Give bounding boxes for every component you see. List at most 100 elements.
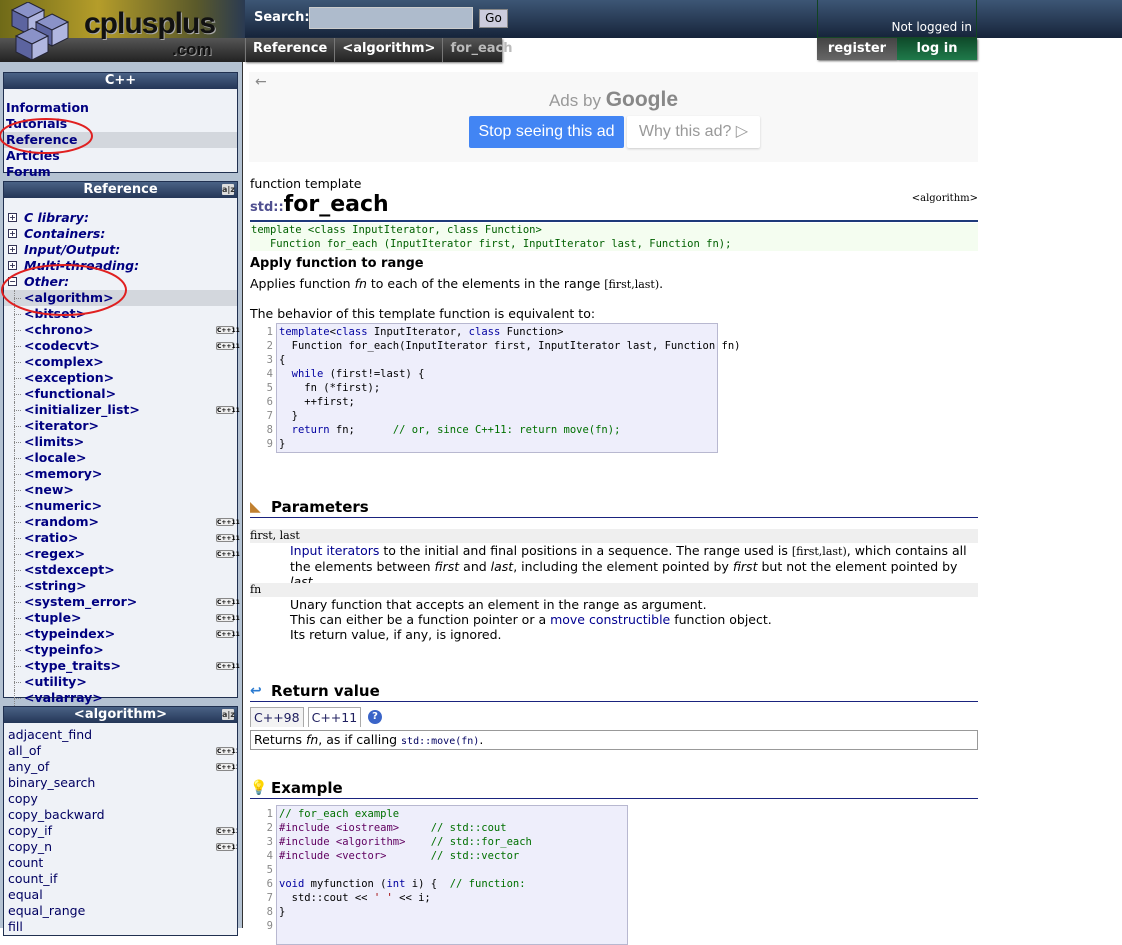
sidebar-algorithm-item[interactable]: fill (4, 919, 237, 935)
sidebar-header-item[interactable]: <chrono> C++11 (4, 322, 240, 338)
go-button[interactable]: Go (479, 9, 508, 28)
expand-icon[interactable]: + (8, 213, 17, 222)
sidebar-algorithm-item[interactable]: copy_backward (4, 807, 237, 823)
code-token: Function for_each(InputIterator first, I… (279, 340, 741, 352)
sidebar-header-item[interactable]: <locale> (4, 450, 237, 466)
code-token: // for_each example (279, 808, 400, 820)
login-status: Not logged in (891, 20, 972, 34)
sidebar-header-item[interactable]: <algorithm> (4, 290, 237, 306)
sidebar-header-item[interactable]: <type_traits> C++11 (4, 658, 240, 674)
sidebar-algorithm-item[interactable]: copy (4, 791, 237, 807)
code-line: 6 void myfunction (int i) { // function: (267, 877, 627, 891)
sidebar-item-reference[interactable]: Reference (4, 132, 237, 148)
sidebar-header-item[interactable]: <numeric> (4, 498, 237, 514)
sidebar-category[interactable]: + Multi-threading: (4, 258, 237, 274)
sidebar-header-item[interactable]: <system_error> C++11 (4, 594, 240, 610)
lightbulb-icon: 💡 (250, 780, 268, 796)
sidebar-algorithm-item[interactable]: equal (4, 887, 237, 903)
description: Applies function fn to each of the eleme… (250, 276, 664, 291)
breadcrumb-reference[interactable]: Reference (245, 38, 334, 62)
sidebar-header-item[interactable]: <typeindex> C++11 (4, 626, 240, 642)
sidebar-algorithm-item[interactable]: binary_search (4, 775, 237, 791)
sidebar-category[interactable]: + Containers: (4, 226, 237, 242)
sidebar-algorithm-item[interactable]: copy_n C++11 (4, 839, 237, 855)
sidebar-algorithm-item[interactable]: count (4, 855, 237, 871)
code-token: } (279, 438, 286, 450)
sidebar-algorithm-item[interactable]: equal_range (4, 903, 237, 919)
code-token: ' ' (373, 892, 393, 904)
expand-icon[interactable]: + (8, 229, 17, 238)
sidebar-header-item[interactable]: <new> (4, 482, 237, 498)
sidebar-category[interactable]: + Input/Output: (4, 242, 237, 258)
breadcrumb: Reference <algorithm> for_each (245, 38, 513, 62)
help-icon[interactable]: ? (368, 710, 382, 724)
code-token: // std::cout (430, 822, 507, 834)
sidebar-header-item[interactable]: <utility> (4, 674, 237, 690)
code-line: 8} (267, 905, 627, 919)
sidebar-header-item[interactable]: <initializer_list> C++11 (4, 402, 240, 418)
why-this-ad-button[interactable]: Why this ad? ▷ (627, 116, 760, 148)
sidebar-category[interactable]: − Other: (4, 274, 237, 290)
collapse-icon[interactable]: − (8, 277, 17, 286)
search-label: Search: (254, 10, 310, 25)
tab-cpp98[interactable]: C++98 (250, 707, 304, 727)
sidebar-header-item[interactable]: <limits> (4, 434, 237, 450)
reference-box: Reference a|z + C library: + Containers: + Inp… (3, 181, 240, 706)
expand-icon[interactable]: + (8, 261, 17, 270)
sidebar-header-item[interactable]: <bitset> (4, 306, 237, 322)
sidebar-header-item[interactable]: <ratio> C++11 (4, 530, 240, 546)
sidebar-header-item[interactable]: <tuple> C++11 (4, 610, 240, 626)
sidebar-header-item[interactable]: <stdexcept> (4, 562, 237, 578)
reference-box-title: Reference a|z (4, 182, 237, 198)
algorithm-box-title: <algorithm> a|z (4, 707, 237, 723)
sidebar-algorithm-item[interactable]: any_of C++11 (4, 759, 237, 775)
sidebar-header-item[interactable]: <exception> (4, 370, 237, 386)
sidebar-item-forum[interactable]: Forum (4, 164, 237, 180)
sidebar-algorithm-item[interactable]: count_if (4, 871, 237, 887)
parameters-heading: ◣ Parameters (250, 498, 978, 518)
code-token: ++first; (279, 396, 355, 408)
header-label: <initializer_list> (24, 402, 140, 417)
sidebar-algorithm-item[interactable]: copy_if C++11 (4, 823, 237, 839)
header-label: <memory> (24, 466, 103, 481)
sidebar-algorithm-item[interactable]: all_of C++11 (4, 743, 237, 759)
sidebar-algorithm-item[interactable]: adjacent_find (4, 727, 237, 743)
cpp11-badge: C++11 (216, 518, 240, 526)
code-token: // function: (449, 878, 526, 890)
site-logo[interactable]: cplusplus .com (0, 0, 245, 62)
sidebar-item-information[interactable]: Information (4, 100, 237, 116)
az-sort-icon[interactable]: a|z (222, 709, 235, 720)
sidebar-header-item[interactable]: <typeinfo> (4, 642, 237, 658)
param-name: first, last (250, 529, 978, 543)
sidebar-header-item[interactable]: <complex> (4, 354, 237, 370)
algorithm-label: copy_n (8, 839, 53, 854)
tab-cpp11[interactable]: C++11 (307, 707, 362, 727)
algorithm-label: count_if (8, 871, 58, 886)
login-button[interactable]: log in (897, 38, 977, 60)
sidebar-item-tutorials[interactable]: Tutorials (4, 116, 237, 132)
breadcrumb-algorithm[interactable]: <algorithm> (334, 38, 442, 62)
az-sort-icon[interactable]: a|z (222, 184, 235, 195)
sidebar-header-item[interactable]: <valarray> (4, 690, 237, 706)
example-code-block: 1 // for_each example 2 #include <iostream>… (267, 805, 628, 945)
register-button[interactable]: register (817, 38, 897, 60)
sidebar-header-item[interactable]: <codecvt> C++11 (4, 338, 240, 354)
sidebar-header-item[interactable]: <functional> (4, 386, 237, 402)
sidebar-header-item[interactable]: <string> (4, 578, 237, 594)
header-name[interactable]: <algorithm> (912, 193, 978, 204)
expand-icon[interactable]: + (8, 245, 17, 254)
sidebar-category[interactable]: + C library: (4, 210, 237, 226)
header-label: <random> (24, 514, 100, 529)
return-value-text: Returns fn, as if calling std::move(fn). (250, 730, 978, 750)
stop-seeing-ad-button[interactable]: Stop seeing this ad (469, 116, 624, 148)
sidebar-header-item[interactable]: <regex> C++11 (4, 546, 240, 562)
sidebar-header-item[interactable]: <random> C++11 (4, 514, 240, 530)
header-label: <bitset> (24, 306, 87, 321)
sidebar-header-item[interactable]: <memory> (4, 466, 237, 482)
sidebar-header-item[interactable]: <iterator> (4, 418, 237, 434)
header-label: <system_error> (24, 594, 138, 609)
search-input[interactable] (309, 7, 473, 29)
code-token: // std::vector (430, 850, 520, 862)
sidebar-item-articles[interactable]: Articles (4, 148, 237, 164)
